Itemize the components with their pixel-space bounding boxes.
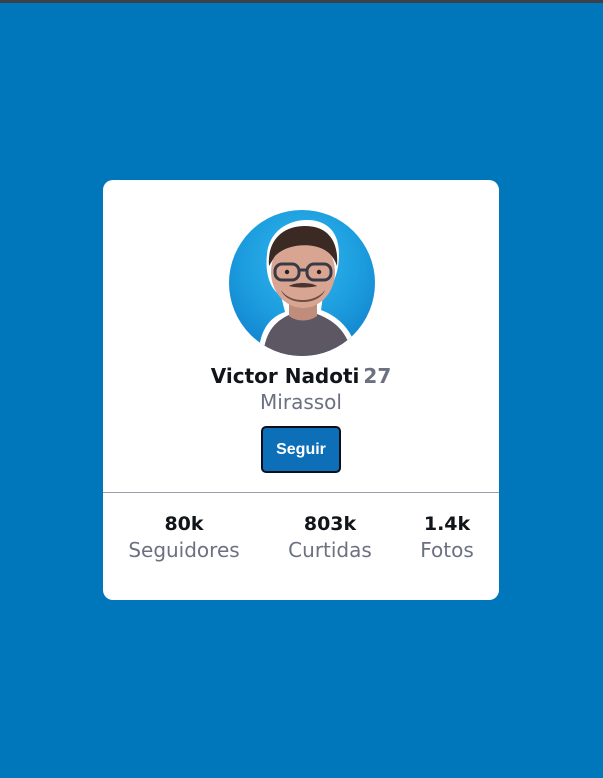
profile-age: 27 [363,364,392,388]
stat-label: Seguidores [128,538,240,562]
stat-label: Curtidas [288,538,372,562]
stat-value: 1.4k [423,513,471,535]
stat-label: Fotos [420,538,474,562]
profile-card: Victor Nadoti 27 Mirassol Seguir 80k Segu… [103,180,499,600]
window-top-edge [0,0,603,3]
avatar [229,210,375,356]
follow-button[interactable]: Seguir [261,426,341,473]
profile-name-row: Victor Nadoti 27 [103,364,499,388]
stat-value: 803k [303,513,357,535]
avatar-photo [259,220,357,356]
stat-photos: 1.4k Fotos [407,512,487,564]
stat-followers: 80k Seguidores [119,512,249,564]
profile-city: Mirassol [260,390,342,414]
stat-value: 80k [164,513,204,535]
divider [103,492,499,493]
stat-likes: 803k Curtidas [265,512,395,564]
profile-name: Victor Nadoti [210,364,360,388]
